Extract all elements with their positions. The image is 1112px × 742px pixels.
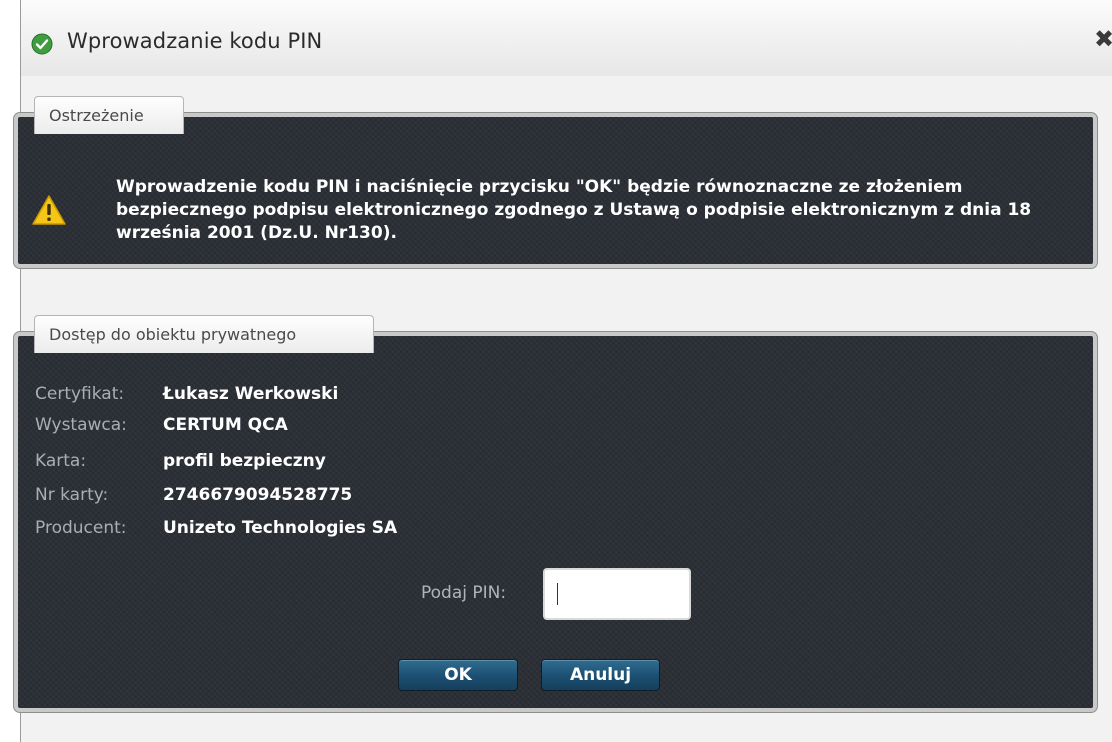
field-label: Karta: <box>35 451 87 471</box>
warning-triangle-icon <box>32 195 66 225</box>
field-value: CERTUM QCA <box>163 415 288 435</box>
warning-tab: Ostrzeżenie <box>34 96 184 134</box>
field-value: 2746679094528775 <box>163 485 353 505</box>
private-object-access-tab: Dostęp do obiektu prywatnego <box>34 315 374 353</box>
title-bar: Wprowadzanie kodu PIN ✖ <box>21 0 1112 76</box>
field-label: Producent: <box>35 518 127 538</box>
cancel-button[interactable]: Anuluj <box>541 659 660 691</box>
ok-button[interactable]: OK <box>398 659 518 691</box>
field-value: Łukasz Werkowski <box>163 384 339 404</box>
field-value: profil bezpieczny <box>163 451 326 471</box>
pin-label: Podaj PIN: <box>421 583 507 603</box>
field-label: Certyfikat: <box>35 384 125 404</box>
pin-input[interactable] <box>543 568 691 620</box>
field-value: Unizeto Technologies SA <box>163 518 398 538</box>
window-title: Wprowadzanie kodu PIN <box>67 29 323 53</box>
close-icon[interactable]: ✖ <box>1094 27 1112 51</box>
text-caret <box>557 583 558 605</box>
field-label: Wystawca: <box>35 415 127 435</box>
shield-check-icon <box>31 33 53 55</box>
warning-message: Wprowadzenie kodu PIN i naciśnięcie przy… <box>116 177 1032 243</box>
field-label: Nr karty: <box>35 485 109 505</box>
